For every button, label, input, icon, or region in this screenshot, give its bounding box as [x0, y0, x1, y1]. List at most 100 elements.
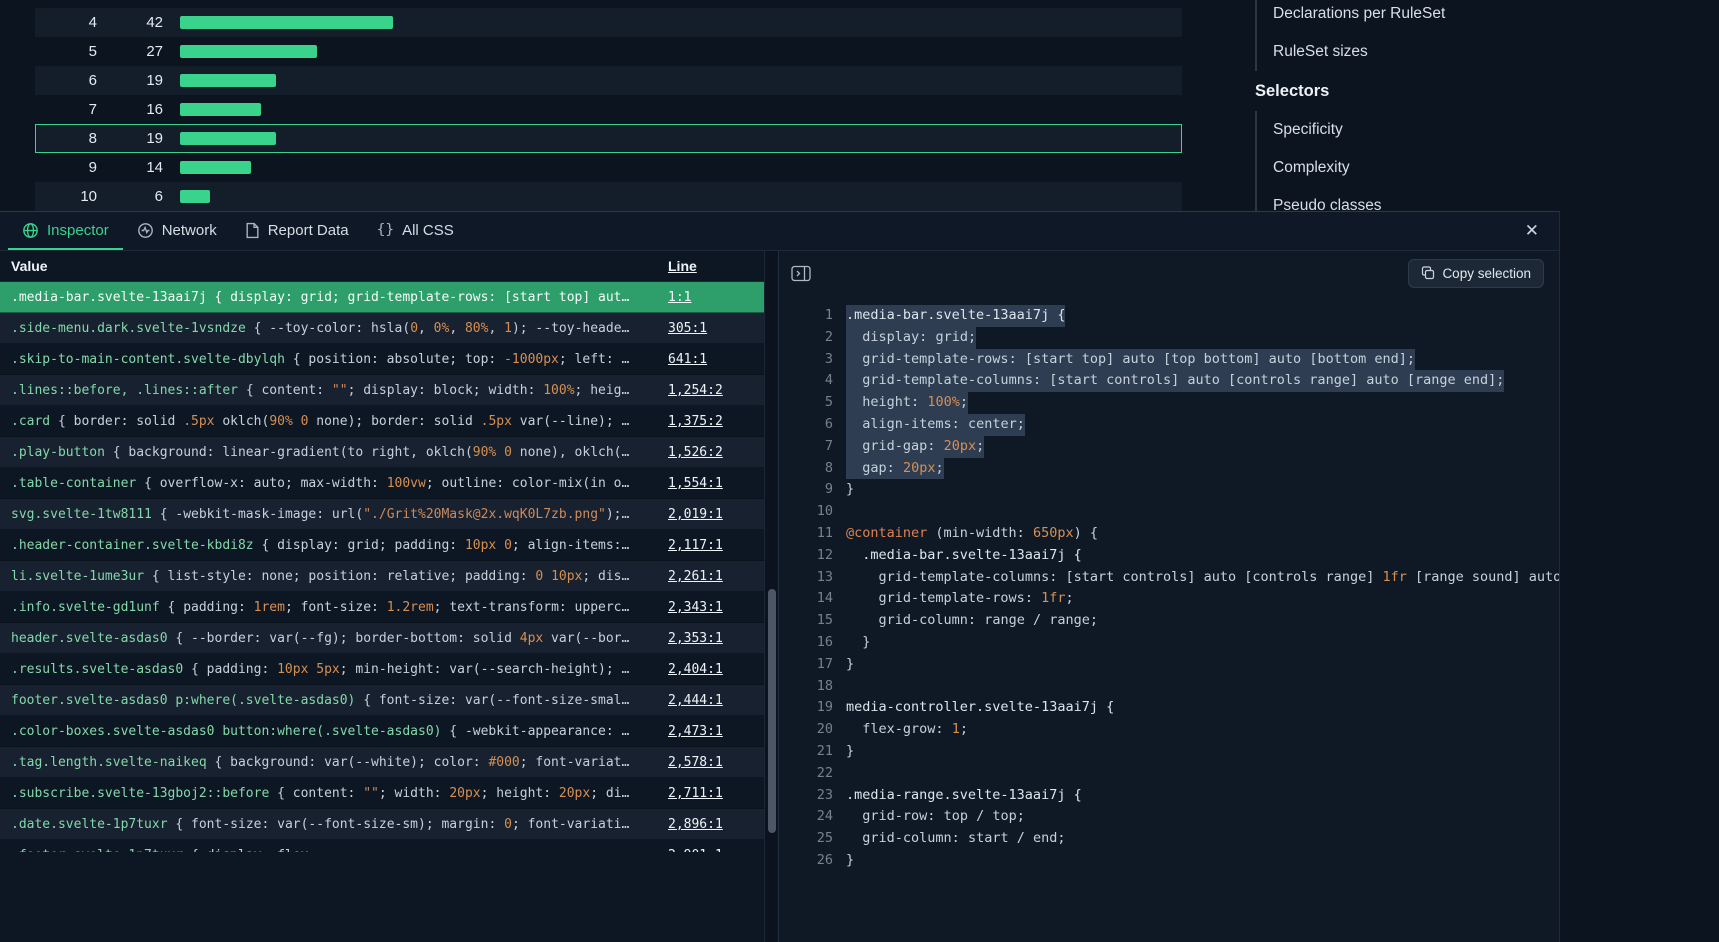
nav-group-selectors: SpecificityComplexityPseudo classes: [1255, 111, 1719, 211]
copy-selection-button[interactable]: Copy selection: [1408, 259, 1544, 288]
code-line: 17}: [779, 654, 1559, 676]
rule-line-link[interactable]: 1:1: [668, 290, 691, 305]
code-line-text: flex-grow: 1;: [846, 719, 968, 741]
table-row[interactable]: .header-container.svelte-kbdi8z { displa…: [0, 530, 764, 561]
rule-line-link[interactable]: 2,117:1: [668, 538, 723, 553]
rule-line-cell: 641:1: [660, 352, 764, 367]
panel-toggle-icon[interactable]: [791, 265, 811, 282]
sidebar-item-ruleset-sizes[interactable]: RuleSet sizes: [1257, 33, 1719, 71]
line-number: 26: [779, 850, 846, 872]
rule-value: .skip-to-main-content.svelte-dbylqh { po…: [0, 352, 660, 367]
code-line-text: .media-bar.svelte-13aai7j {: [846, 305, 1065, 327]
document-icon: [245, 222, 260, 239]
column-header-value[interactable]: Value: [0, 258, 660, 274]
chart-row[interactable]: 442: [35, 8, 1182, 37]
rule-line-link[interactable]: 2,473:1: [668, 724, 723, 739]
code-line-text: }: [846, 632, 870, 654]
code-editor[interactable]: 1.media-bar.svelte-13aai7j {2 display: g…: [779, 295, 1559, 942]
sidebar-item-declarations-per-ruleset[interactable]: Declarations per RuleSet: [1257, 0, 1719, 33]
chart-row[interactable]: 716: [35, 95, 1182, 124]
rule-line-cell: 2,896:1: [660, 817, 764, 832]
table-scrollbar[interactable]: [764, 251, 778, 942]
nav-section-selectors[interactable]: Selectors: [1255, 71, 1719, 111]
rule-line-cell: 305:1: [660, 321, 764, 336]
tab-inspector[interactable]: Inspector: [8, 212, 123, 250]
table-row[interactable]: .date.svelte-1p7tuxr { font-size: var(--…: [0, 809, 764, 840]
rule-value: .card { border: solid .5px oklch(90% 0 n…: [0, 414, 660, 429]
braces-icon: {}: [377, 222, 394, 238]
chart-row[interactable]: 819: [35, 124, 1182, 153]
table-row[interactable]: .side-menu.dark.svelte-1vsndze { --toy-c…: [0, 313, 764, 344]
rule-line-link[interactable]: 2,404:1: [668, 662, 723, 677]
code-line-text: .media-range.svelte-13aai7j {: [846, 785, 1082, 807]
tab-report-data[interactable]: Report Data: [231, 212, 363, 250]
table-row[interactable]: .skip-to-main-content.svelte-dbylqh { po…: [0, 344, 764, 375]
rules-table-body: .media-bar.svelte-13aai7j { display: gri…: [0, 282, 764, 852]
ruleset-bar: [180, 132, 276, 145]
line-number: 21: [779, 741, 846, 763]
table-row[interactable]: .media-bar.svelte-13aai7j { display: gri…: [0, 282, 764, 313]
rule-line-link[interactable]: 1,554:1: [668, 476, 723, 491]
code-line-text: media-controller.svelte-13aai7j {: [846, 697, 1114, 719]
rule-line-link[interactable]: 1,526:2: [668, 445, 723, 460]
rule-line-link[interactable]: 2,353:1: [668, 631, 723, 646]
table-row[interactable]: .info.svelte-gd1unf { padding: 1rem; fon…: [0, 592, 764, 623]
table-row[interactable]: .footer.svelte-1p7tuxr { display: flex; …: [0, 840, 764, 852]
rule-line-cell: 2,901:1: [660, 848, 764, 852]
code-line-text: gap: 20px;: [846, 458, 944, 480]
chart-row[interactable]: 914: [35, 153, 1182, 182]
table-row[interactable]: .results.svelte-asdas0 { padding: 10px 5…: [0, 654, 764, 685]
rule-line-link[interactable]: 2,343:1: [668, 600, 723, 615]
close-icon[interactable]: ✕: [1517, 219, 1547, 243]
rule-line-link[interactable]: 2,261:1: [668, 569, 723, 584]
rule-line-link[interactable]: 305:1: [668, 321, 707, 336]
table-row[interactable]: footer.svelte-asdas0 p:where(.svelte-asd…: [0, 685, 764, 716]
table-row[interactable]: .table-container { overflow-x: auto; max…: [0, 468, 764, 499]
chart-row[interactable]: 527: [35, 37, 1182, 66]
table-row[interactable]: .lines::before, .lines::after { content:…: [0, 375, 764, 406]
table-row[interactable]: .tag.length.svelte-naikeq { background: …: [0, 747, 764, 778]
line-number: 24: [779, 806, 846, 828]
tab-all-css[interactable]: {}All CSS: [363, 212, 468, 250]
sidebar-item-complexity[interactable]: Complexity: [1257, 149, 1719, 187]
sidebar-item-pseudo-classes[interactable]: Pseudo classes: [1257, 187, 1719, 211]
rule-line-link[interactable]: 2,901:1: [668, 848, 723, 852]
globe-icon: [22, 222, 39, 239]
tab-label: Report Data: [268, 222, 349, 239]
table-row[interactable]: header.svelte-asdas0 { --border: var(--f…: [0, 623, 764, 654]
table-row[interactable]: .play-button { background: linear-gradie…: [0, 437, 764, 468]
code-line-text: }: [846, 741, 854, 763]
rule-value: .table-container { overflow-x: auto; max…: [0, 476, 660, 491]
code-line: 26}: [779, 850, 1559, 872]
code-line: 22: [779, 763, 1559, 785]
rule-line-cell: 2,353:1: [660, 631, 764, 646]
line-number: 3: [779, 349, 846, 371]
scrollbar-thumb[interactable]: [768, 589, 776, 833]
chart-row[interactable]: 106: [35, 182, 1182, 211]
code-line: 23.media-range.svelte-13aai7j {: [779, 785, 1559, 807]
code-line: 6 align-items: center;: [779, 414, 1559, 436]
sidebar-item-specificity[interactable]: Specificity: [1257, 111, 1719, 149]
table-row[interactable]: .card { border: solid .5px oklch(90% 0 n…: [0, 406, 764, 437]
rule-line-link[interactable]: 2,019:1: [668, 507, 723, 522]
code-line: 3 grid-template-rows: [start top] auto […: [779, 349, 1559, 371]
rule-line-link[interactable]: 2,444:1: [668, 693, 723, 708]
column-header-line[interactable]: Line: [660, 258, 764, 274]
rule-line-link[interactable]: 2,578:1: [668, 755, 723, 770]
table-row[interactable]: .subscribe.svelte-13gboj2::before { cont…: [0, 778, 764, 809]
rule-line-cell: 2,019:1: [660, 507, 764, 522]
table-row[interactable]: svg.svelte-1tw8111 { -webkit-mask-image:…: [0, 499, 764, 530]
rule-line-link[interactable]: 1,375:2: [668, 414, 723, 429]
table-row[interactable]: .color-boxes.svelte-asdas0 button:where(…: [0, 716, 764, 747]
rule-line-cell: 1,554:1: [660, 476, 764, 491]
code-line: 12 .media-bar.svelte-13aai7j {: [779, 545, 1559, 567]
rule-line-link[interactable]: 1,254:2: [668, 383, 723, 398]
table-row[interactable]: li.svelte-1ume3ur { list-style: none; po…: [0, 561, 764, 592]
rule-line-link[interactable]: 2,711:1: [668, 786, 723, 801]
line-number: 11: [779, 523, 846, 545]
rule-line-link[interactable]: 641:1: [668, 352, 707, 367]
chart-row[interactable]: 619: [35, 66, 1182, 95]
ruleset-count: 19: [97, 130, 163, 147]
rule-line-link[interactable]: 2,896:1: [668, 817, 723, 832]
tab-network[interactable]: Network: [123, 212, 231, 250]
